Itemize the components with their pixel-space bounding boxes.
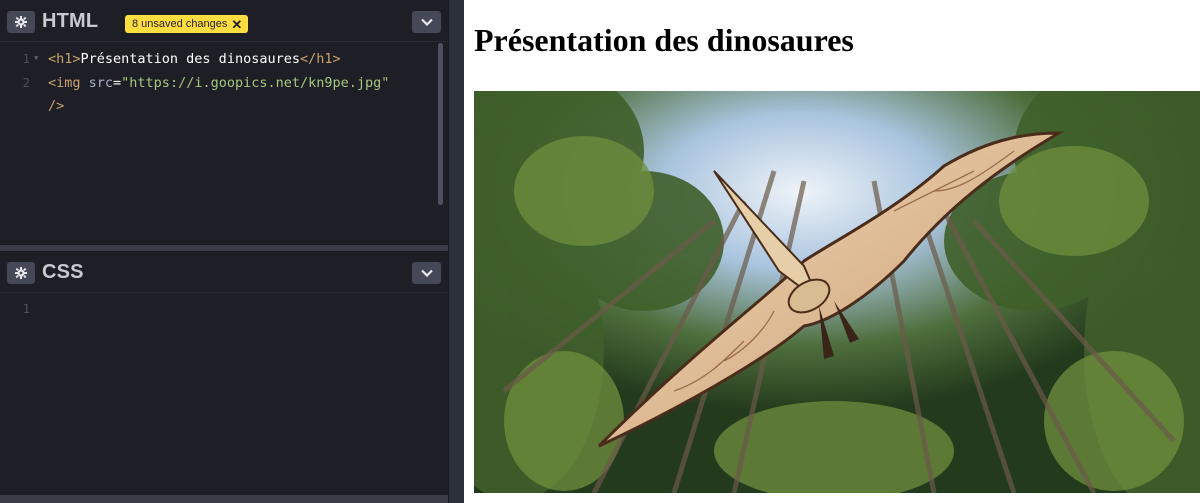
html-scrollbar[interactable]	[438, 43, 443, 205]
line-gutter: 1	[0, 294, 40, 495]
code-token: src	[80, 75, 114, 91]
line-number: 1	[22, 52, 30, 66]
code-token: />	[48, 98, 65, 114]
editor-column: HTML 8 unsaved changes ✕ 1 ▼ 2 <h1>Prése…	[0, 0, 448, 503]
css-code-area[interactable]: 1	[0, 294, 448, 495]
css-editor-panel: CSS 1	[0, 251, 448, 495]
css-panel-title: CSS	[42, 261, 84, 283]
code-token: </h1>	[299, 51, 341, 67]
code-line-3: />	[48, 98, 64, 114]
code-token: "https://i.goopics.net/kn9pe.jpg"	[121, 75, 390, 91]
gear-icon	[15, 267, 27, 279]
editor-bottom-bar	[0, 495, 448, 503]
code-token: <h1>	[48, 51, 81, 67]
unsaved-changes-label: 8 unsaved changes	[132, 18, 228, 30]
gear-icon	[15, 16, 27, 28]
fold-arrow-icon[interactable]: ▼	[34, 54, 38, 62]
chevron-down-icon	[420, 269, 433, 277]
css-panel-header: CSS	[0, 251, 448, 293]
result-preview: Présentation des dinosaures	[464, 0, 1200, 503]
css-collapse-button[interactable]	[412, 262, 441, 284]
line-gutter: 1 ▼ 2	[0, 43, 40, 245]
css-settings-button[interactable]	[7, 262, 35, 284]
code-token: <img	[48, 75, 81, 91]
pane-resizer[interactable]	[448, 0, 464, 503]
html-panel-title: HTML	[42, 10, 99, 32]
chevron-down-icon	[420, 18, 433, 26]
html-collapse-button[interactable]	[412, 11, 441, 33]
line-number: 2	[22, 76, 30, 90]
preview-heading: Présentation des dinosaures	[474, 22, 854, 58]
line-number: 1	[22, 302, 30, 316]
code-line-1: <h1>Présentation des dinosaures</h1>	[48, 51, 341, 67]
code-line-2: <img src="https://i.goopics.net/kn9pe.jp…	[48, 75, 389, 91]
html-editor-panel: HTML 8 unsaved changes ✕ 1 ▼ 2 <h1>Prése…	[0, 0, 448, 245]
code-token: Présentation des dinosaures	[80, 51, 300, 67]
preview-image	[474, 91, 1200, 493]
html-panel-header: HTML 8 unsaved changes ✕	[0, 0, 448, 42]
pterosaur-photo	[474, 91, 1200, 493]
unsaved-changes-badge[interactable]: 8 unsaved changes ✕	[125, 15, 249, 33]
code-token: =	[113, 75, 122, 91]
html-settings-button[interactable]	[7, 11, 35, 33]
html-code-area[interactable]: 1 ▼ 2 <h1>Présentation des dinosaures</h…	[0, 43, 448, 245]
close-icon[interactable]: ✕	[231, 18, 242, 31]
